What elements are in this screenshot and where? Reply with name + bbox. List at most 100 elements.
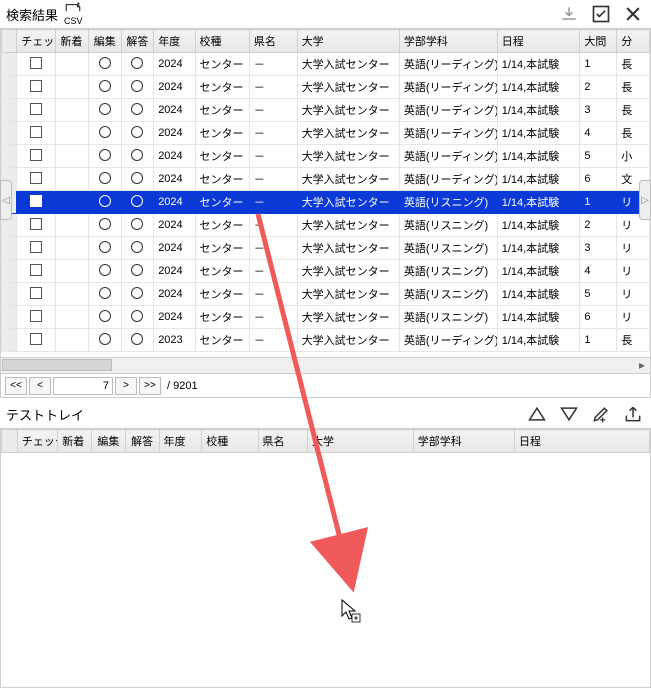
cell-ans[interactable] bbox=[121, 329, 154, 352]
cell-ans[interactable] bbox=[121, 214, 154, 237]
cell-dept: 英語(リーディング) bbox=[399, 168, 497, 191]
cell-ans[interactable] bbox=[121, 145, 154, 168]
pager-page-input[interactable] bbox=[53, 377, 113, 395]
scroll-right-arrow[interactable]: ▸ bbox=[635, 358, 649, 372]
row-checkbox[interactable] bbox=[17, 283, 56, 306]
cell-ans[interactable] bbox=[121, 168, 154, 191]
results-table-container: チェック 新着 編集 解答 年度 校種 県名 大学 学部学科 日程 大問 分 2… bbox=[0, 28, 651, 358]
tray-col-ans[interactable]: 解答 bbox=[125, 430, 159, 453]
col-univ[interactable]: 大学 bbox=[297, 30, 399, 53]
col-school[interactable]: 校種 bbox=[195, 30, 249, 53]
h-scrollbar[interactable]: ▸ bbox=[0, 358, 651, 374]
cell-edit[interactable] bbox=[88, 145, 121, 168]
cell-ans[interactable] bbox=[121, 99, 154, 122]
row-checkbox[interactable] bbox=[17, 53, 56, 76]
table-row[interactable]: 2024センター－大学入試センター英語(リスニング)1/14,本試験6リ bbox=[2, 306, 650, 329]
edit-pencil-icon[interactable] bbox=[589, 402, 613, 426]
row-checkbox[interactable] bbox=[17, 145, 56, 168]
side-tab-left[interactable]: ◁ bbox=[0, 180, 12, 220]
cell-edit[interactable] bbox=[88, 122, 121, 145]
tray-col-new[interactable]: 新着 bbox=[58, 430, 92, 453]
table-row[interactable]: 2024センター－大学入試センター英語(リーディング)1/14,本試験2長 bbox=[2, 76, 650, 99]
download-icon[interactable] bbox=[557, 2, 581, 26]
pager-prev[interactable]: < bbox=[29, 377, 51, 395]
table-row[interactable]: 2024センター－大学入試センター英語(リスニング)1/14,本試験1リ bbox=[2, 191, 650, 214]
cell-edit[interactable] bbox=[88, 237, 121, 260]
col-field[interactable]: 分 bbox=[617, 30, 650, 53]
row-checkbox[interactable] bbox=[17, 76, 56, 99]
row-checkbox[interactable] bbox=[17, 214, 56, 237]
cell-edit[interactable] bbox=[88, 76, 121, 99]
table-row[interactable]: 2023センター－大学入試センター英語(リーディング)1/14,本試験1長 bbox=[2, 329, 650, 352]
row-checkbox[interactable] bbox=[17, 99, 56, 122]
tray-col-sched[interactable]: 日程 bbox=[515, 430, 650, 453]
col-new[interactable]: 新着 bbox=[56, 30, 89, 53]
cell-edit[interactable] bbox=[88, 329, 121, 352]
triangle-down-icon[interactable] bbox=[557, 402, 581, 426]
cell-edit[interactable] bbox=[88, 283, 121, 306]
tray-col-dept[interactable]: 学部学科 bbox=[413, 430, 514, 453]
row-checkbox[interactable] bbox=[17, 168, 56, 191]
pager-next[interactable]: > bbox=[115, 377, 137, 395]
cell-edit[interactable] bbox=[88, 260, 121, 283]
col-pref[interactable]: 県名 bbox=[249, 30, 297, 53]
table-row[interactable]: 2024センター－大学入試センター英語(リーディング)1/14,本試験1長 bbox=[2, 53, 650, 76]
cell-dept: 英語(リーディング) bbox=[399, 76, 497, 99]
cell-new bbox=[56, 99, 89, 122]
upload-tray-icon[interactable] bbox=[621, 402, 645, 426]
side-tab-right[interactable]: ▷ bbox=[639, 180, 651, 220]
cell-ans[interactable] bbox=[121, 237, 154, 260]
table-row[interactable]: 2024センター－大学入試センター英語(リスニング)1/14,本試験2リ bbox=[2, 214, 650, 237]
col-sched[interactable]: 日程 bbox=[497, 30, 580, 53]
row-checkbox[interactable] bbox=[17, 191, 56, 214]
row-checkbox[interactable] bbox=[17, 306, 56, 329]
cell-ans[interactable] bbox=[121, 306, 154, 329]
table-row[interactable]: 2024センター－大学入試センター英語(リーディング)1/14,本試験6文 bbox=[2, 168, 650, 191]
cell-edit[interactable] bbox=[88, 214, 121, 237]
row-checkbox[interactable] bbox=[17, 237, 56, 260]
row-checkbox[interactable] bbox=[17, 329, 56, 352]
cell-edit[interactable] bbox=[88, 99, 121, 122]
col-edit[interactable]: 編集 bbox=[88, 30, 121, 53]
cell-edit[interactable] bbox=[88, 53, 121, 76]
triangle-up-icon[interactable] bbox=[525, 402, 549, 426]
table-row[interactable]: 2024センター－大学入試センター英語(リーディング)1/14,本試験4長 bbox=[2, 122, 650, 145]
cell-edit[interactable] bbox=[88, 191, 121, 214]
cell-field: 長 bbox=[617, 76, 650, 99]
select-all-icon[interactable] bbox=[589, 2, 613, 26]
cell-ans[interactable] bbox=[121, 260, 154, 283]
tray-col-pref[interactable]: 県名 bbox=[258, 430, 308, 453]
cell-ans[interactable] bbox=[121, 76, 154, 99]
col-q[interactable]: 大問 bbox=[580, 30, 617, 53]
col-dept[interactable]: 学部学科 bbox=[399, 30, 497, 53]
row-checkbox[interactable] bbox=[17, 122, 56, 145]
tray-col-school[interactable]: 校種 bbox=[202, 430, 258, 453]
cell-edit[interactable] bbox=[88, 306, 121, 329]
tray-col-check[interactable]: チェック bbox=[17, 430, 58, 453]
pager-last[interactable]: >> bbox=[139, 377, 161, 395]
cell-ans[interactable] bbox=[121, 283, 154, 306]
row-header bbox=[2, 76, 17, 99]
cell-ans[interactable] bbox=[121, 191, 154, 214]
tray-col-univ[interactable]: 大学 bbox=[308, 430, 414, 453]
scrollbar-thumb[interactable] bbox=[2, 359, 112, 371]
cell-ans[interactable] bbox=[121, 53, 154, 76]
csv-export-button[interactable]: CSV bbox=[64, 2, 83, 26]
cell-school: センター bbox=[195, 122, 249, 145]
cell-edit[interactable] bbox=[88, 168, 121, 191]
cell-new bbox=[56, 306, 89, 329]
tray-col-edit[interactable]: 編集 bbox=[92, 430, 126, 453]
col-ans[interactable]: 解答 bbox=[121, 30, 154, 53]
table-row[interactable]: 2024センター－大学入試センター英語(リスニング)1/14,本試験5リ bbox=[2, 283, 650, 306]
col-year[interactable]: 年度 bbox=[154, 30, 195, 53]
close-icon[interactable] bbox=[621, 2, 645, 26]
row-checkbox[interactable] bbox=[17, 260, 56, 283]
pager-first[interactable]: << bbox=[5, 377, 27, 395]
col-check[interactable]: チェック bbox=[17, 30, 56, 53]
tray-col-year[interactable]: 年度 bbox=[159, 430, 202, 453]
table-row[interactable]: 2024センター－大学入試センター英語(リスニング)1/14,本試験3リ bbox=[2, 237, 650, 260]
cell-ans[interactable] bbox=[121, 122, 154, 145]
table-row[interactable]: 2024センター－大学入試センター英語(リスニング)1/14,本試験4リ bbox=[2, 260, 650, 283]
table-row[interactable]: 2024センター－大学入試センター英語(リーディング)1/14,本試験3長 bbox=[2, 99, 650, 122]
table-row[interactable]: 2024センター－大学入試センター英語(リーディング)1/14,本試験5小 bbox=[2, 145, 650, 168]
